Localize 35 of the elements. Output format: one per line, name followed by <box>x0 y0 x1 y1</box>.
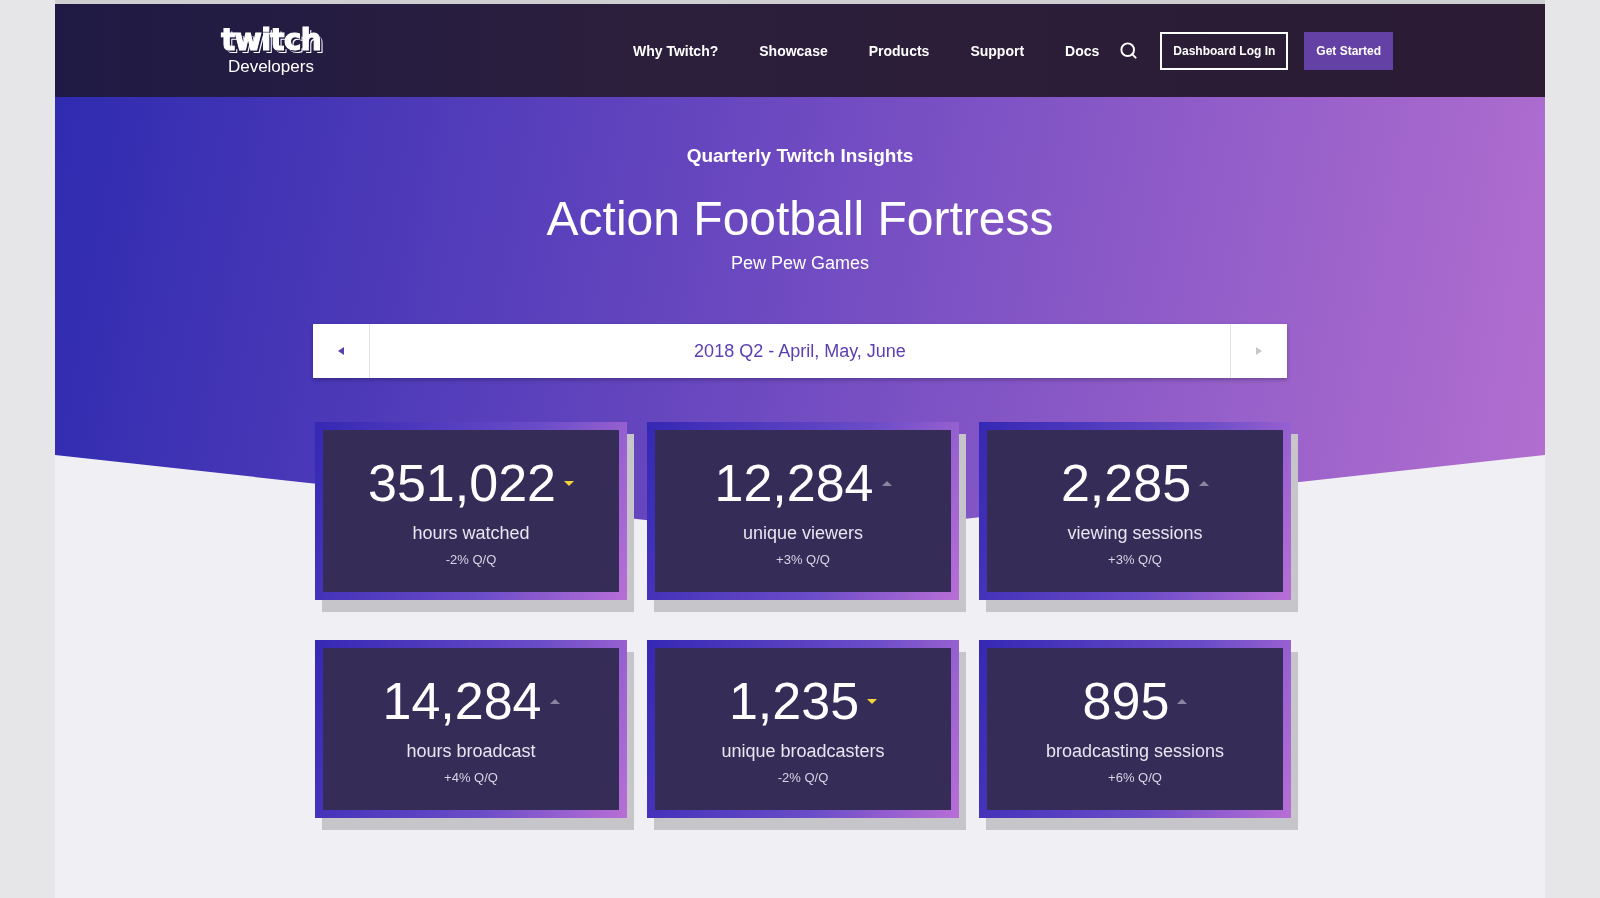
logo-wordmark[interactable]: twitch <box>221 24 321 55</box>
stat-label: viewing sessions <box>1067 523 1203 544</box>
stat-label: hours broadcast <box>406 741 536 762</box>
stat-change: -2% Q/Q <box>777 770 829 785</box>
stat-value: 351,022 <box>368 455 556 511</box>
stat-label: broadcasting sessions <box>1045 741 1225 762</box>
hero-title: Action Football Fortress <box>546 191 1054 247</box>
nav-link[interactable]: Showcase <box>759 42 828 59</box>
left-caret-icon <box>338 347 344 355</box>
stat-change: +6% Q/Q <box>1108 770 1162 785</box>
logo-subtitle: Developers <box>227 56 314 77</box>
next-button[interactable] <box>1231 324 1287 378</box>
stat-value: 14,284 <box>382 673 542 729</box>
stat-value: 12,284 <box>714 455 874 511</box>
stat-change: +3% Q/Q <box>776 552 830 567</box>
hero-eyebrow: Quarterly Twitch Insights <box>686 145 914 167</box>
stat-value: 895 <box>1082 673 1170 729</box>
get-started-button[interactable]: Get Started <box>1304 31 1393 70</box>
nav-link[interactable]: Support <box>970 42 1025 59</box>
stat-label: unique broadcasters <box>721 741 885 762</box>
stat-change: -2% Q/Q <box>445 552 497 567</box>
nav-link[interactable]: Docs <box>1065 42 1100 59</box>
stat-value: 2,285 <box>1060 455 1192 511</box>
stat-label: hours watched <box>412 523 530 544</box>
previous-button[interactable] <box>313 324 369 378</box>
dashboard-login-button[interactable]: Dashboard Log In <box>1160 31 1289 70</box>
stat-value: 1,235 <box>728 673 860 729</box>
stat-change: +4% Q/Q <box>444 770 498 785</box>
search-icon[interactable] <box>1119 41 1139 60</box>
hero-subtitle: Pew Pew Games <box>730 253 870 274</box>
right-caret-icon <box>1256 347 1262 355</box>
stat-change: +3% Q/Q <box>1108 552 1162 567</box>
nav-link[interactable]: Products <box>868 42 930 59</box>
stat-label: unique viewers <box>742 523 864 544</box>
nav-link[interactable]: Why Twitch? <box>632 42 719 59</box>
